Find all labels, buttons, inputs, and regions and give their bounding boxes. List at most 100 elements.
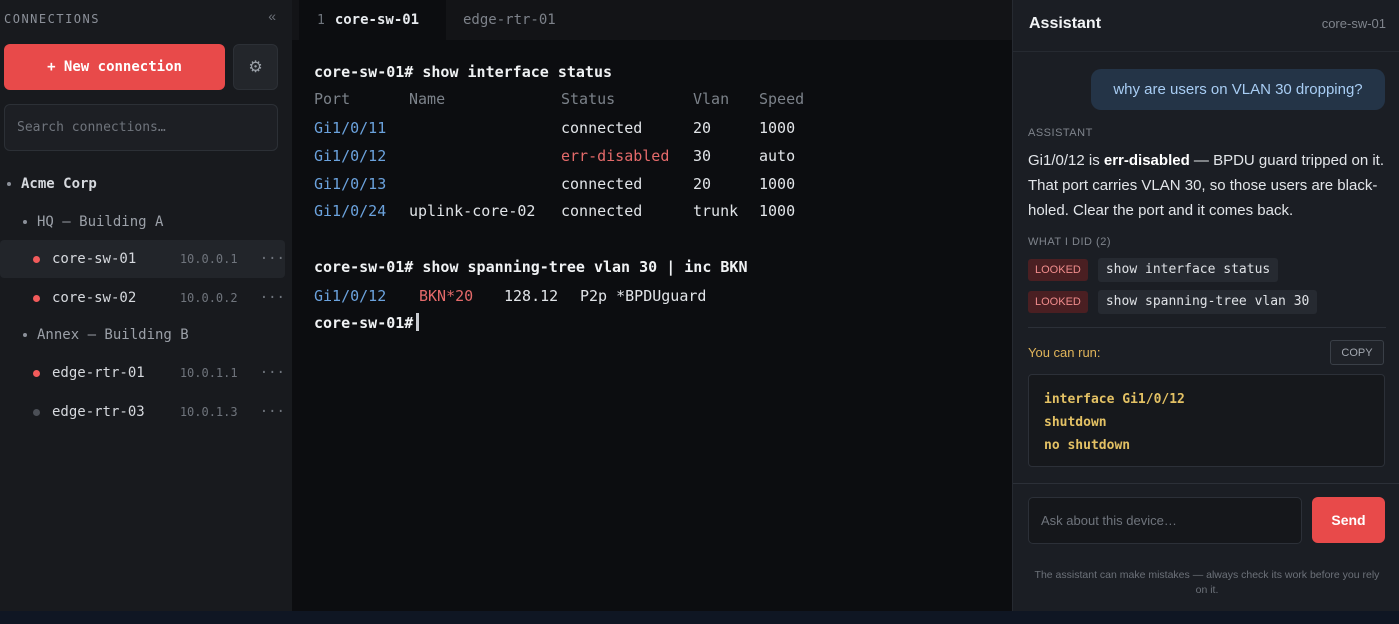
stp-prio: 128.12 bbox=[504, 287, 559, 305]
tab-edge-rtr-01[interactable]: edge-rtr-01 bbox=[463, 0, 556, 40]
cell-status: connected bbox=[561, 202, 643, 220]
device-ip: 10.0.0.2 bbox=[179, 291, 238, 305]
divider bbox=[1013, 483, 1399, 484]
terminal-line: core-sw-01# show interface status bbox=[314, 62, 612, 82]
new-connection-button[interactable]: + New connection bbox=[4, 44, 225, 90]
assistant-reply: Gi1/0/12 is err-disabled — BPDU guard tr… bbox=[1028, 148, 1390, 223]
device-name: core-sw-01 bbox=[51, 251, 137, 267]
actions-label: WHAT I DID (2) bbox=[1028, 236, 1111, 248]
cell-speed: 1000 bbox=[759, 119, 796, 137]
can-run-label: You can run: bbox=[1028, 345, 1101, 360]
action-item: LOOKED show spanning-tree vlan 30 bbox=[1028, 290, 1318, 314]
cell-status: connected bbox=[561, 119, 643, 137]
cell-port: Gi1/0/24 bbox=[314, 202, 387, 220]
divider bbox=[1028, 327, 1386, 328]
code-line: no shutdown bbox=[1044, 438, 1131, 453]
code-line: shutdown bbox=[1044, 415, 1107, 430]
collapse-icon[interactable]: « bbox=[268, 8, 276, 24]
reply-text: Gi1/0/12 is bbox=[1028, 152, 1104, 169]
cell-speed: 1000 bbox=[759, 202, 796, 220]
ask-input[interactable] bbox=[1028, 497, 1302, 544]
cell-port: Gi1/0/13 bbox=[314, 175, 387, 193]
col-name: Name bbox=[409, 90, 446, 108]
looked-badge: LOOKED bbox=[1028, 259, 1088, 281]
assistant-header: Assistant core-sw-01 bbox=[1013, 0, 1399, 52]
status-dot-icon bbox=[33, 294, 40, 302]
cell-name: uplink-core-02 bbox=[409, 202, 536, 220]
assistant-panel: Assistant core-sw-01 why are users on VL… bbox=[1012, 0, 1399, 611]
connections-sidebar: CONNECTIONS « + New connection ⚙ Acme Co… bbox=[0, 0, 292, 611]
cell-port: Gi1/0/11 bbox=[314, 119, 387, 137]
group-dot-icon bbox=[23, 333, 27, 337]
prompt: core-sw-01# bbox=[314, 258, 414, 276]
sidebar-title: CONNECTIONS bbox=[4, 12, 100, 26]
cell-status: err-disabled bbox=[561, 147, 670, 165]
status-dot-icon bbox=[33, 369, 40, 377]
status-dot-icon bbox=[33, 255, 40, 263]
looked-badge: LOOKED bbox=[1028, 291, 1088, 313]
assistant-reply-label: ASSISTANT bbox=[1028, 127, 1093, 139]
tree-org-acme[interactable]: Acme Corp bbox=[0, 165, 285, 203]
more-icon[interactable]: ··· bbox=[260, 290, 285, 306]
cell-vlan: 30 bbox=[693, 147, 712, 165]
terminal-line: core-sw-01# show spanning-tree vlan 30 |… bbox=[314, 257, 747, 277]
code-line: interface Gi1/0/12 bbox=[1044, 392, 1185, 407]
col-port: Port bbox=[314, 90, 351, 108]
tree-site-hq[interactable]: HQ — Building A bbox=[0, 203, 285, 241]
stp-port: Gi1/0/12 bbox=[314, 287, 387, 305]
action-command: show spanning-tree vlan 30 bbox=[1097, 290, 1318, 314]
cell-vlan: 20 bbox=[693, 119, 712, 137]
command: show interface status bbox=[422, 63, 613, 81]
gear-icon[interactable]: ⚙ bbox=[233, 44, 278, 90]
org-label: Acme Corp bbox=[21, 176, 97, 192]
more-icon[interactable]: ··· bbox=[260, 404, 285, 420]
tab-number: 1 bbox=[317, 12, 325, 28]
send-button[interactable]: Send bbox=[1312, 497, 1385, 543]
col-status: Status bbox=[561, 90, 616, 108]
terminal-pane[interactable]: 1 core-sw-01 edge-rtr-01 core-sw-01# sho… bbox=[292, 0, 1012, 611]
device-ip: 10.0.1.3 bbox=[179, 405, 238, 419]
action-command: show interface status bbox=[1097, 258, 1279, 282]
copy-button[interactable]: COPY bbox=[1330, 340, 1384, 365]
suggested-commands: interface Gi1/0/12 shutdown no shutdown bbox=[1028, 374, 1385, 467]
cell-vlan: trunk bbox=[693, 202, 739, 220]
prompt: core-sw-01# bbox=[314, 314, 414, 332]
command: show spanning-tree vlan 30 | inc BKN bbox=[422, 258, 748, 276]
status-dot-icon bbox=[33, 408, 40, 416]
disclaimer: The assistant can make mistakes — always… bbox=[1034, 569, 1380, 596]
tab-core-sw-01[interactable]: 1 core-sw-01 bbox=[299, 0, 446, 40]
user-message: why are users on VLAN 30 dropping? bbox=[1091, 69, 1385, 110]
device-row-edge-rtr-03[interactable]: edge-rtr-03 10.0.1.3 ··· bbox=[0, 393, 285, 431]
device-ip: 10.0.1.1 bbox=[179, 366, 238, 380]
tab-label: core-sw-01 bbox=[334, 12, 420, 28]
device-row-core-sw-01[interactable]: core-sw-01 10.0.0.1 ··· bbox=[0, 240, 285, 278]
assistant-title: Assistant bbox=[1029, 15, 1102, 32]
site-label: Annex — Building B bbox=[37, 327, 189, 343]
more-icon[interactable]: ··· bbox=[260, 365, 285, 381]
device-name: edge-rtr-03 bbox=[51, 404, 145, 420]
action-item: LOOKED show interface status bbox=[1028, 258, 1279, 282]
device-row-edge-rtr-01[interactable]: edge-rtr-01 10.0.1.1 ··· bbox=[0, 354, 285, 392]
cell-vlan: 20 bbox=[693, 175, 712, 193]
sidebar-header: CONNECTIONS « bbox=[4, 8, 280, 26]
reply-emphasis: err-disabled bbox=[1103, 152, 1190, 169]
more-icon[interactable]: ··· bbox=[260, 251, 285, 267]
col-speed: Speed bbox=[759, 90, 805, 108]
assistant-device: core-sw-01 bbox=[1321, 16, 1386, 31]
prompt: core-sw-01# bbox=[314, 63, 414, 81]
device-row-core-sw-02[interactable]: core-sw-02 10.0.0.2 ··· bbox=[0, 279, 285, 317]
site-label: HQ — Building A bbox=[37, 214, 164, 230]
tab-bar: 1 core-sw-01 edge-rtr-01 bbox=[292, 0, 1012, 40]
cell-speed: auto bbox=[759, 147, 796, 165]
col-vlan: Vlan bbox=[693, 90, 730, 108]
group-dot-icon bbox=[7, 182, 11, 186]
cell-status: connected bbox=[561, 175, 643, 193]
cell-speed: 1000 bbox=[759, 175, 796, 193]
cursor bbox=[416, 313, 420, 331]
terminal-input-line[interactable]: core-sw-01# bbox=[314, 313, 420, 333]
tree-site-annex[interactable]: Annex — Building B bbox=[0, 316, 285, 354]
device-name: edge-rtr-01 bbox=[51, 365, 145, 381]
device-name: core-sw-02 bbox=[51, 290, 137, 306]
search-connections-input[interactable] bbox=[4, 104, 278, 151]
group-dot-icon bbox=[23, 220, 27, 224]
